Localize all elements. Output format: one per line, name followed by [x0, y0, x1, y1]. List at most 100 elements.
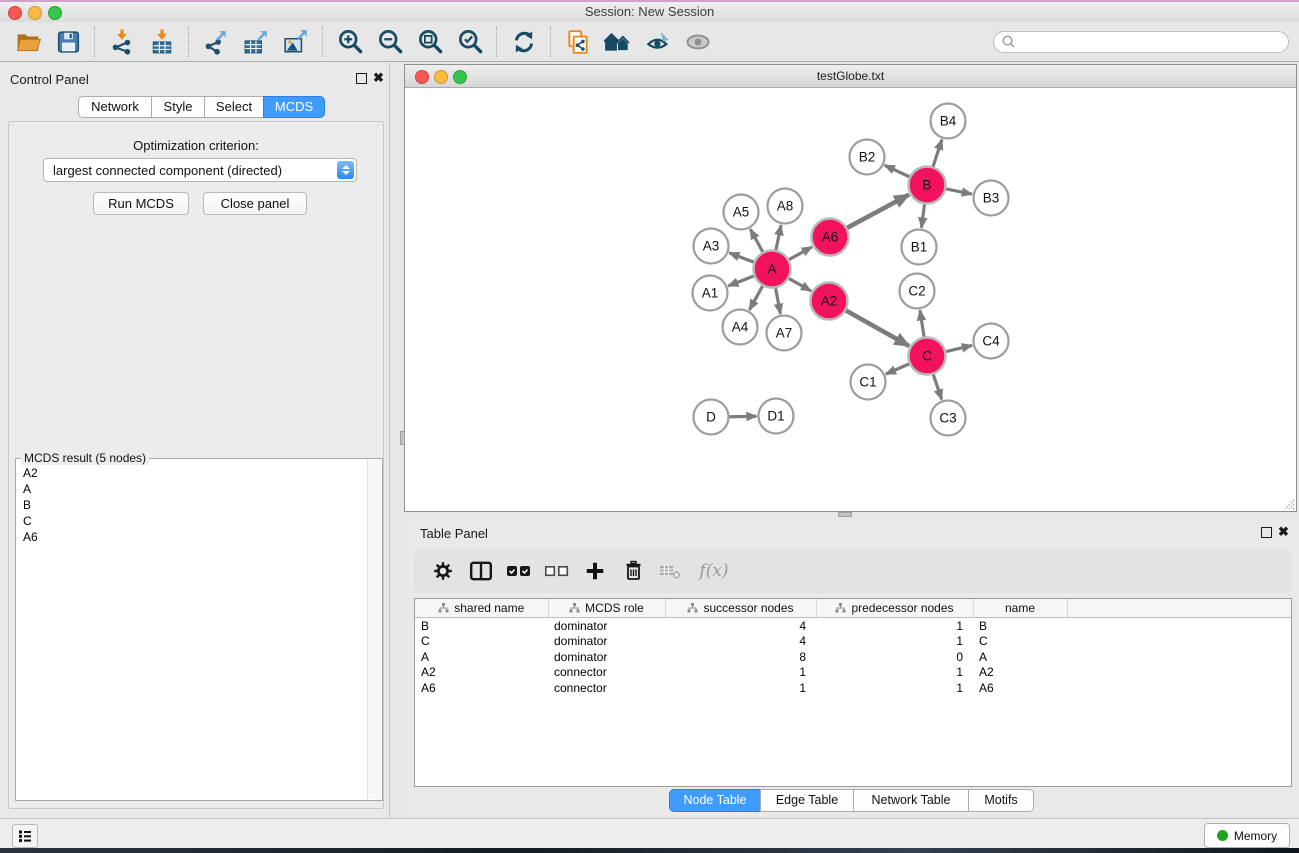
graph-node-C[interactable]: C [909, 338, 946, 375]
graph-node-A1[interactable]: A1 [693, 276, 728, 311]
select-all-icon[interactable] [500, 554, 538, 588]
graph-edge-A-A4[interactable] [749, 286, 762, 310]
resize-grip-icon[interactable] [1281, 496, 1295, 510]
graph-edge-A6-B[interactable] [847, 195, 909, 228]
graph-node-A3[interactable]: A3 [694, 229, 729, 264]
table-row[interactable]: A6connector11A6 [415, 680, 1292, 696]
graph-edge-C-C3[interactable] [933, 374, 941, 399]
graph-node-C1[interactable]: C1 [851, 365, 886, 400]
graph-edge-A-A7[interactable] [776, 288, 781, 314]
graph-edge-A-A8[interactable] [776, 225, 781, 250]
show-details-icon[interactable] [678, 25, 718, 59]
add-icon[interactable] [576, 554, 614, 588]
mcds-result-item[interactable]: A6 [16, 529, 382, 545]
tab-edge-table[interactable]: Edge Table [760, 789, 854, 812]
tab-mcds[interactable]: MCDS [263, 96, 325, 118]
graph-edge-A-A3[interactable] [729, 253, 754, 262]
graph-edge-A-A5[interactable] [750, 229, 762, 252]
table-row[interactable]: A2connector11A2 [415, 665, 1292, 681]
mcds-result-item[interactable]: A [16, 481, 382, 497]
tab-node-table[interactable]: Node Table [669, 789, 761, 812]
graph-node-D1[interactable]: D1 [759, 399, 794, 434]
network-window-titlebar[interactable]: testGlobe.txt [405, 65, 1296, 88]
result-scrollbar[interactable] [367, 460, 381, 799]
graph-node-A4[interactable]: A4 [723, 310, 758, 345]
graph-edge-A-A6[interactable] [789, 247, 812, 260]
float-table-panel-icon[interactable] [1261, 527, 1272, 538]
column-header-successor-nodes[interactable]: successor nodes [665, 599, 816, 618]
splitter-handle[interactable] [838, 512, 852, 517]
import-network-icon[interactable] [102, 25, 142, 59]
zoom-in-icon[interactable] [330, 25, 370, 59]
delete-table-icon[interactable] [652, 554, 690, 588]
task-history-button[interactable] [12, 824, 38, 848]
zoom-out-icon[interactable] [370, 25, 410, 59]
graph-edge-C-C2[interactable] [920, 310, 924, 336]
graph-edge-A-A1[interactable] [728, 276, 754, 286]
close-panel-button[interactable]: Close panel [203, 192, 307, 215]
home-icon[interactable] [598, 25, 638, 59]
function-builder-icon[interactable]: f(x) [690, 554, 738, 588]
graph-node-A2[interactable]: A2 [811, 283, 848, 320]
delete-icon[interactable] [614, 554, 652, 588]
style-eye-icon[interactable] [638, 25, 678, 59]
graph-edge-A2-C[interactable] [846, 311, 909, 346]
tab-network-table[interactable]: Network Table [853, 789, 969, 812]
network-canvas-svg[interactable]: B4 B2 B B3 B1 C2 A5 A8 A6 A3 A A1 A2 A4 A7 C4 C C1 C3 D D1 [405, 88, 1296, 511]
duplicate-network-icon[interactable] [558, 25, 598, 59]
graph-node-C2[interactable]: C2 [900, 274, 935, 309]
save-session-icon[interactable] [48, 25, 88, 59]
tab-style[interactable]: Style [151, 96, 205, 118]
export-table-icon[interactable] [236, 25, 276, 59]
zoom-selected-icon[interactable] [450, 25, 490, 59]
run-mcds-button[interactable]: Run MCDS [93, 192, 189, 215]
graph-node-A6[interactable]: A6 [812, 219, 849, 256]
open-session-icon[interactable] [8, 25, 48, 59]
graph-node-B2[interactable]: B2 [850, 140, 885, 175]
close-panel-icon[interactable]: ✖ [373, 72, 384, 84]
table-row[interactable]: Bdominator41B [415, 618, 1292, 634]
close-table-panel-icon[interactable]: ✖ [1278, 526, 1289, 538]
table-row[interactable]: Adominator80A [415, 649, 1292, 665]
graph-node-B1[interactable]: B1 [902, 230, 937, 265]
criterion-dropdown[interactable]: largest connected component (directed) [43, 158, 357, 182]
memory-button[interactable]: Memory [1204, 823, 1290, 848]
split-view-icon[interactable] [462, 554, 500, 588]
mcds-result-item[interactable]: C [16, 513, 382, 529]
search-input[interactable] [993, 31, 1289, 53]
float-panel-icon[interactable] [356, 73, 367, 84]
graph-node-A[interactable]: A [754, 251, 791, 288]
table-row[interactable]: Cdominator41C [415, 634, 1292, 650]
mcds-result-item[interactable]: B [16, 497, 382, 513]
graph-edge-C-C1[interactable] [886, 364, 909, 374]
graph-node-B4[interactable]: B4 [931, 104, 966, 139]
import-table-icon[interactable] [142, 25, 182, 59]
graph-edge-B-B2[interactable] [885, 165, 910, 177]
graph-node-C4[interactable]: C4 [974, 324, 1009, 359]
graph-node-A7[interactable]: A7 [767, 316, 802, 351]
graph-edge-B-B1[interactable] [921, 204, 924, 227]
graph-node-A5[interactable]: A5 [724, 195, 759, 230]
export-image-icon[interactable] [276, 25, 316, 59]
column-header-predecessor-nodes[interactable]: predecessor nodes [816, 599, 973, 618]
graph-node-D[interactable]: D [694, 400, 729, 435]
graph-node-A8[interactable]: A8 [768, 189, 803, 224]
graph-node-B3[interactable]: B3 [974, 181, 1009, 216]
settings-icon[interactable] [424, 554, 462, 588]
graph-edge-B-B4[interactable] [933, 140, 942, 167]
graph-node-B[interactable]: B [909, 167, 946, 204]
tab-motifs[interactable]: Motifs [968, 789, 1034, 812]
refresh-icon[interactable] [504, 25, 544, 59]
graph-node-C3[interactable]: C3 [931, 401, 966, 436]
mcds-result-item[interactable]: A2 [16, 465, 382, 481]
column-header-shared-name[interactable]: shared name [415, 599, 548, 618]
tab-select[interactable]: Select [204, 96, 264, 118]
splitter-handle[interactable] [400, 431, 405, 445]
export-network-icon[interactable] [196, 25, 236, 59]
column-header-MCDS-role[interactable]: MCDS role [548, 599, 665, 618]
column-header-name[interactable]: name [973, 599, 1067, 618]
graph-edge-C-C4[interactable] [946, 345, 972, 351]
deselect-all-icon[interactable] [538, 554, 576, 588]
tab-network[interactable]: Network [78, 96, 152, 118]
graph-edge-B-B3[interactable] [946, 189, 972, 194]
